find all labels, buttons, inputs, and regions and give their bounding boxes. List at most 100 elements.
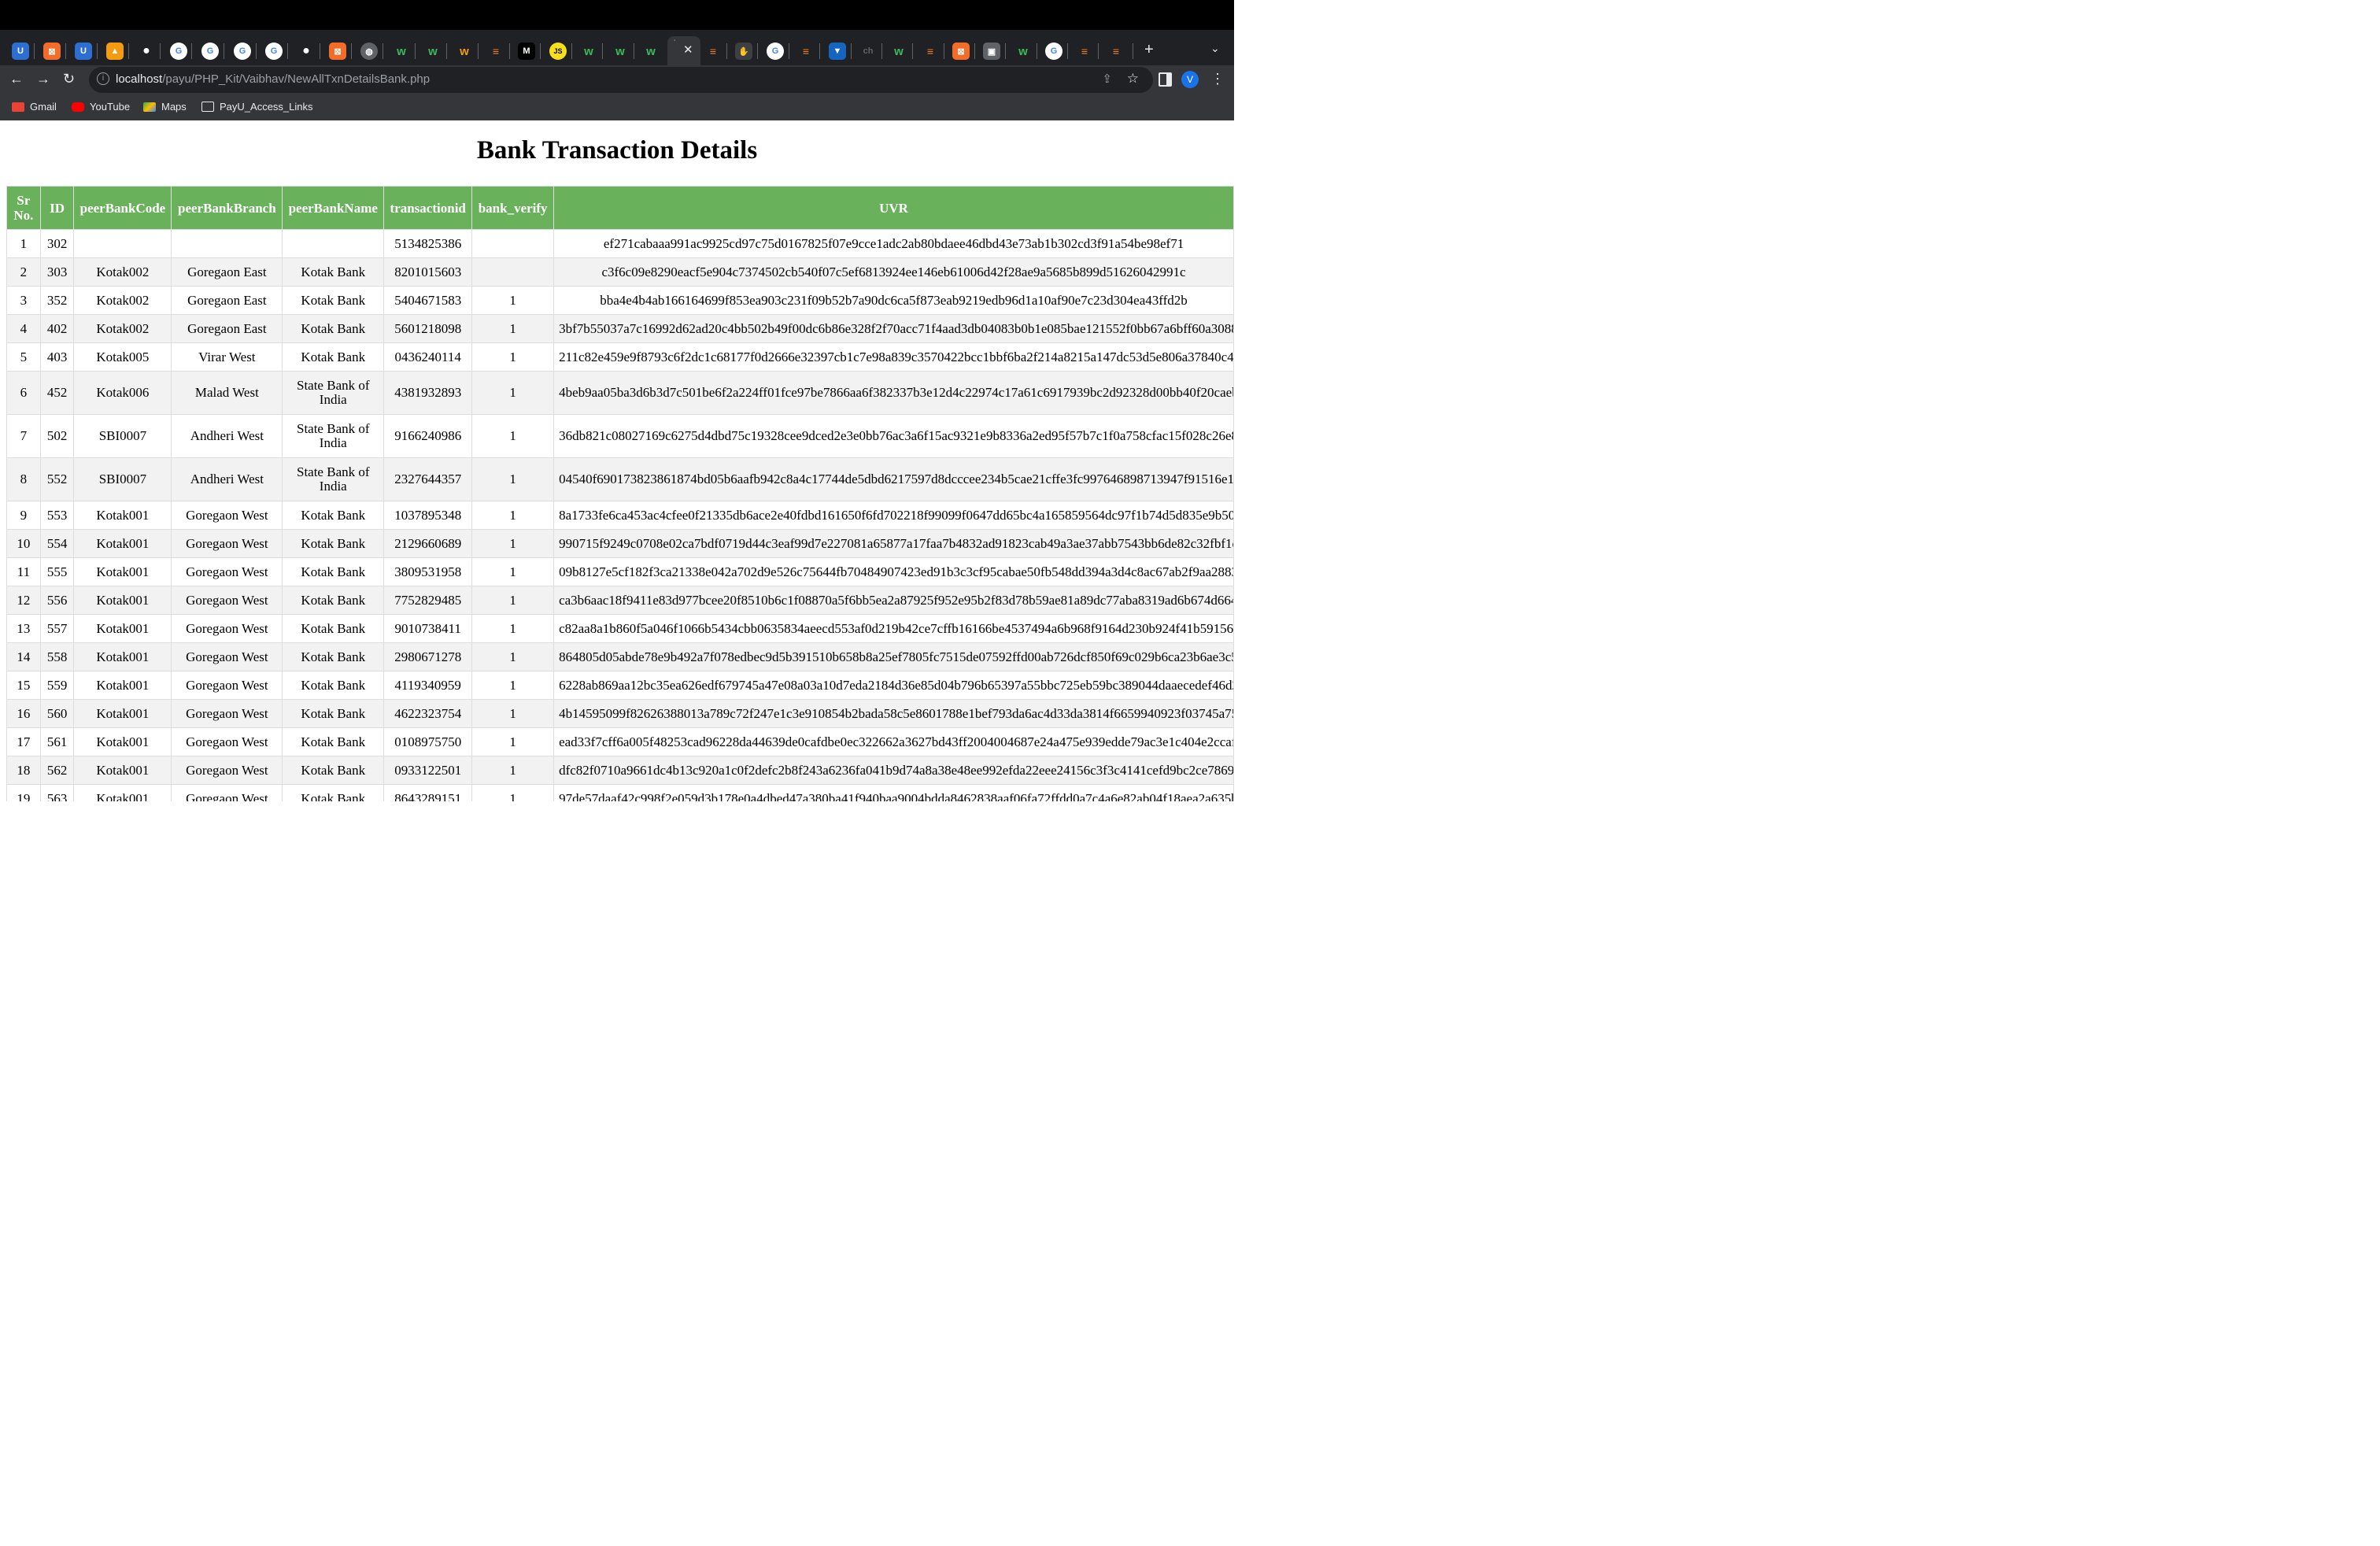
google-icon[interactable]: G [767, 43, 784, 60]
tab-search-chevron-icon[interactable]: ⌄ [1210, 42, 1220, 55]
address-bar[interactable]: i localhost/payu/PHP_Kit/Vaibhav/NewAllT… [89, 67, 1153, 93]
stackoverflow-icon[interactable]: ≡ [797, 43, 815, 60]
stackoverflow-icon[interactable]: ≡ [704, 43, 722, 60]
cell-transactionid: 0436240114 [383, 342, 473, 372]
avatar[interactable]: V [1181, 71, 1199, 88]
forward-arrow-icon[interactable]: → [36, 71, 50, 87]
cell-peer-bank-branch: Goregaon West [171, 784, 283, 801]
tab-favicon[interactable]: JS [549, 43, 567, 60]
cell-transactionid: 7752829485 [383, 586, 473, 615]
cell-peer-bank-branch: Virar West [171, 342, 283, 372]
table-row: 15 559 Kotak001 Goregaon West Kotak Bank 4119… [6, 671, 1234, 700]
bookmark-youtube[interactable]: YouTube [72, 101, 130, 113]
tab-favicon[interactable]: ▼ [829, 43, 846, 60]
stackoverflow-icon[interactable]: ≡ [1076, 43, 1093, 60]
cell-bank-verify: 1 [471, 756, 555, 785]
tab-favicon[interactable]: ▲ [106, 43, 124, 60]
reload-icon[interactable]: ↻ [63, 71, 75, 87]
cell-bank-verify: 1 [471, 784, 555, 801]
cell-uvr: 97de57daaf42c998f2e059d3b178e0a4dbed47a3… [553, 784, 1234, 801]
cell-peer-bank-name: Kotak Bank [282, 784, 385, 801]
cell-bank-verify: 1 [471, 699, 555, 728]
tab-divider [351, 43, 352, 59]
bookmark-star-icon[interactable]: ☆ [1127, 71, 1139, 87]
cell-sr-no: 13 [6, 614, 41, 643]
cell-sr-no: 14 [6, 642, 41, 671]
tab-divider [97, 43, 98, 59]
browser-chrome: U ⊠ U ▲ ● G G G G ● ⊠ ◍ w w w ≡ M JS w w… [0, 30, 1234, 120]
tab-active[interactable]: ˙ ✕ [667, 36, 700, 65]
tab-favicon[interactable]: w [393, 43, 410, 60]
stackoverflow-icon[interactable]: ≡ [1107, 43, 1125, 60]
cell-transactionid: 8643289151 [383, 784, 473, 801]
cell-bank-verify: 1 [471, 614, 555, 643]
tab-favicon[interactable]: ⊠ [43, 43, 61, 60]
cell-id: 562 [39, 756, 75, 785]
tab-favicon[interactable]: ▣ [983, 43, 1000, 60]
stackoverflow-icon[interactable]: ≡ [922, 43, 939, 60]
cell-peer-bank-code: Kotak001 [73, 756, 172, 785]
cell-peer-bank-name [282, 229, 385, 258]
tab-favicon[interactable]: w [580, 43, 597, 60]
github-icon[interactable]: ● [298, 43, 315, 60]
cell-peer-bank-branch: Goregaon East [171, 314, 283, 343]
back-arrow-icon[interactable]: ← [9, 71, 24, 87]
tab-favicon[interactable]: w [1014, 43, 1032, 60]
bookmark-maps[interactable]: Maps [143, 101, 187, 113]
cell-peer-bank-code: Kotak006 [73, 371, 172, 415]
table-row: 1 302 5134825386 ef271cabaaa991ac9925cd97c7… [6, 229, 1234, 258]
cell-transactionid: 9010738411 [383, 614, 473, 643]
menu-kebab-icon[interactable]: ⋮ [1210, 71, 1225, 87]
cell-peer-bank-branch: Goregaon West [171, 756, 283, 785]
tab-favicon[interactable]: w [612, 43, 629, 60]
tab-favicon[interactable]: U [75, 43, 92, 60]
google-icon[interactable]: G [1045, 43, 1062, 60]
cell-peer-bank-name: Kotak Bank [282, 642, 385, 671]
tab-divider [726, 43, 727, 59]
tab-favicon[interactable]: ⊠ [329, 43, 346, 60]
url-text[interactable]: localhost/payu/PHP_Kit/Vaibhav/NewAllTxn… [116, 72, 430, 86]
globe-icon[interactable]: ◍ [360, 43, 378, 60]
google-icon[interactable]: G [201, 43, 219, 60]
tab-favicon[interactable]: ✋ [735, 43, 752, 60]
tab-divider [819, 43, 820, 59]
cell-sr-no: 1 [6, 229, 41, 258]
header-peer-bank-branch: peerBankBranch [171, 186, 283, 230]
tab-favicon[interactable]: w [890, 43, 907, 60]
cell-peer-bank-code: Kotak002 [73, 314, 172, 343]
table-row: 9 553 Kotak001 Goregaon West Kotak Bank 10378… [6, 501, 1234, 530]
tab-favicon[interactable]: M [518, 43, 535, 60]
bookmark-label: Gmail [30, 101, 57, 113]
tab-favicon[interactable]: w [456, 43, 473, 60]
share-icon[interactable]: ⇪ [1102, 72, 1112, 86]
cell-peer-bank-name: Kotak Bank [282, 314, 385, 343]
cell-id: 563 [39, 784, 75, 801]
google-icon[interactable]: G [170, 43, 187, 60]
side-panel-icon[interactable] [1159, 72, 1172, 87]
tab-favicon[interactable]: ⊠ [952, 43, 970, 60]
stackoverflow-icon[interactable]: ≡ [487, 43, 504, 60]
cell-peer-bank-branch: Goregaon West [171, 699, 283, 728]
google-icon[interactable]: G [265, 43, 283, 60]
new-tab-plus-icon[interactable]: + [1144, 41, 1154, 59]
google-icon[interactable]: G [234, 43, 251, 60]
tab-favicon[interactable]: w [642, 43, 660, 60]
url-path: /payu/PHP_Kit/Vaibhav/NewAllTxnDetailsBa… [162, 72, 431, 86]
tab-favicon[interactable]: U [12, 43, 29, 60]
close-tab-icon[interactable]: ✕ [683, 43, 693, 57]
cell-id: 556 [39, 586, 75, 615]
github-icon[interactable]: ● [138, 43, 155, 60]
cell-peer-bank-code: Kotak001 [73, 586, 172, 615]
tab-favicon[interactable]: ch [859, 43, 877, 60]
bookmark-gmail[interactable]: Gmail [12, 101, 57, 113]
cell-peer-bank-branch: Goregaon West [171, 727, 283, 756]
cell-peer-bank-branch: Goregaon East [171, 286, 283, 315]
site-info-icon[interactable]: i [97, 72, 109, 85]
header-id: ID [39, 186, 75, 230]
cell-peer-bank-branch: Andheri West [171, 414, 283, 458]
tab-favicon[interactable]: w [424, 43, 442, 60]
bookmark-folder-payu[interactable]: PayU_Access_Links [201, 101, 313, 113]
table-row: 5 403 Kotak005 Virar West Kotak Bank 04362401… [6, 342, 1234, 372]
cell-transactionid: 3809531958 [383, 557, 473, 586]
cell-bank-verify: 1 [471, 727, 555, 756]
